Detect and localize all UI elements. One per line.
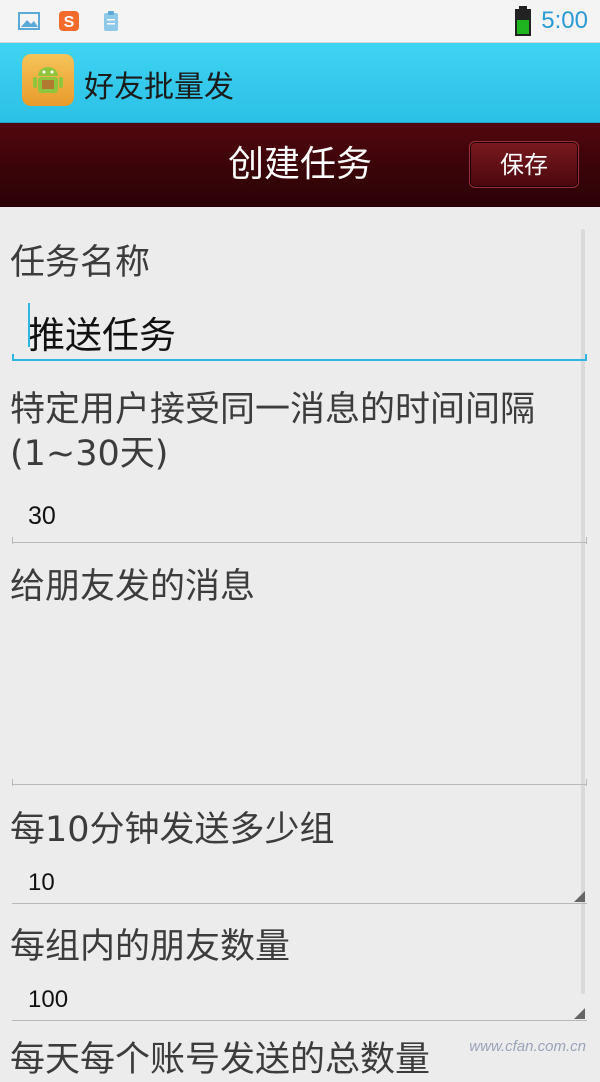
battery-icon <box>515 6 531 36</box>
image-icon <box>18 12 40 30</box>
groups-per-10min-label: 每10分钟发送多少组 <box>10 810 335 850</box>
clipboard-icon <box>104 11 118 31</box>
underline-tick <box>12 779 13 786</box>
groups-per-10min-spinner[interactable]: 10 <box>28 869 55 897</box>
app-title: 好友批量发 <box>84 70 234 105</box>
daily-total-label: 每天每个账号发送的总数量 <box>10 1040 431 1080</box>
text-cursor <box>28 303 30 347</box>
friends-per-group-label: 每组内的朋友数量 <box>10 927 291 967</box>
spinner-arrow-icon[interactable] <box>574 891 585 902</box>
task-name-underline <box>12 359 587 361</box>
page-header: 创建任务 保存 <box>0 123 600 207</box>
friends-per-group-spinner[interactable]: 100 <box>28 986 68 1014</box>
interval-label: 特定用户接受同一消息的时间间隔(1~30天) <box>10 390 536 474</box>
task-name-input[interactable]: 推送任务 <box>28 305 176 359</box>
watermark: www.cfan.com.cn <box>469 1038 586 1055</box>
interval-underline <box>12 542 587 543</box>
app-bar: 好友批量发 <box>0 43 600 123</box>
interval-input[interactable]: 30 <box>28 502 56 531</box>
task-name-label: 任务名称 <box>10 243 151 283</box>
save-button[interactable]: 保存 <box>469 141 579 188</box>
status-bar: S 5:00 <box>0 0 600 43</box>
underline-tick <box>585 354 587 361</box>
app-icon[interactable] <box>22 54 74 106</box>
underline-tick <box>12 354 14 361</box>
underline-tick <box>12 537 13 544</box>
underline-tick <box>586 779 587 786</box>
sogou-icon: S <box>59 11 79 31</box>
spinner-arrow-icon[interactable] <box>574 1008 585 1019</box>
clock: 5:00 <box>541 7 588 34</box>
android-icon <box>33 67 63 93</box>
friends-underline <box>12 1020 587 1021</box>
groups-underline <box>12 903 587 904</box>
message-underline <box>12 784 587 785</box>
message-label: 给朋友发的消息 <box>10 567 256 607</box>
scrollbar[interactable] <box>581 229 585 994</box>
svg-text:S: S <box>64 14 75 31</box>
underline-tick <box>586 537 587 544</box>
